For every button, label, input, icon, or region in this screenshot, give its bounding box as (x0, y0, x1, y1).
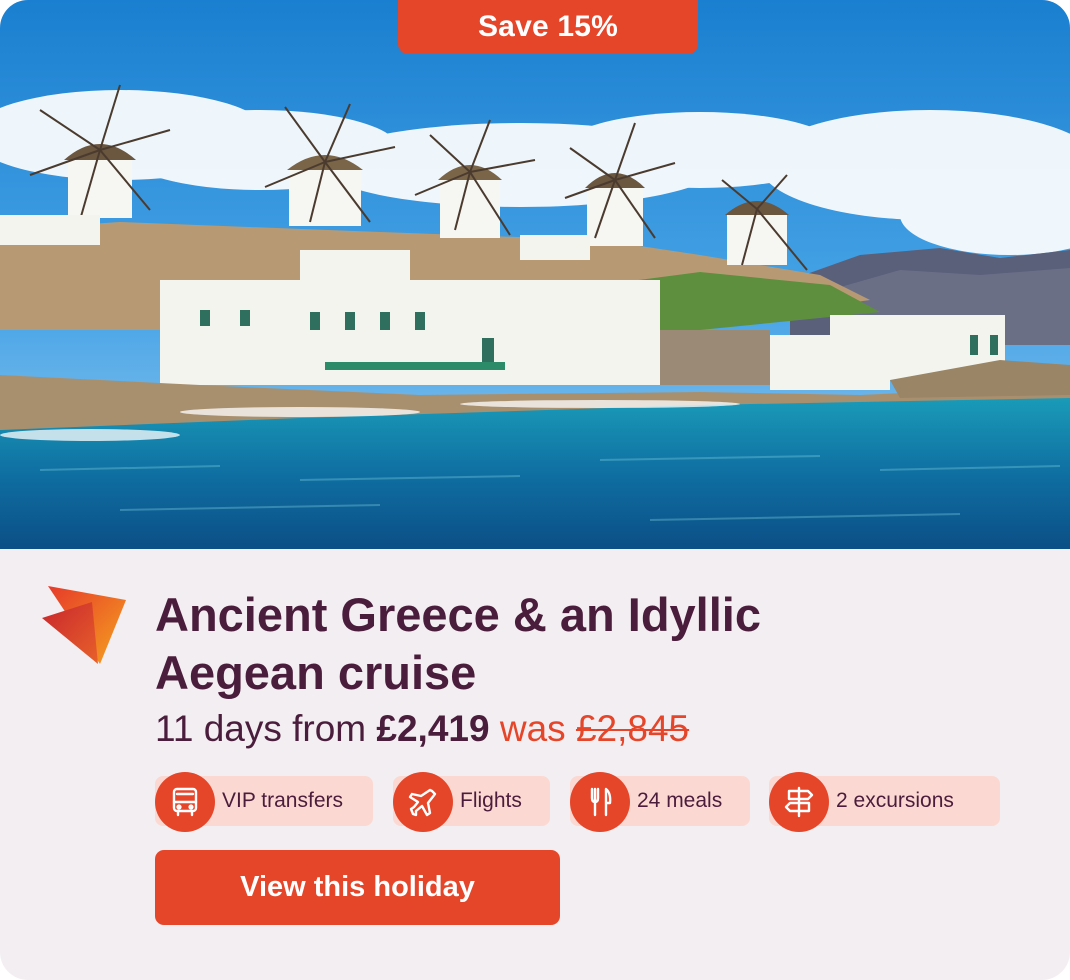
price-line: 11 days from £2,419 was £2,845 (155, 708, 689, 750)
fork-knife-icon (570, 772, 630, 832)
feature-item: 24 meals (570, 772, 750, 832)
duration-text: 11 days from (155, 708, 367, 749)
hero-image: Save 15% (0, 0, 1070, 549)
bus-icon (155, 772, 215, 832)
feature-label: 24 meals (637, 789, 723, 812)
holiday-title: Ancient Greece & an Idyllic Aegean cruis… (155, 588, 761, 699)
signpost-icon (769, 772, 829, 832)
feature-item: Flights (393, 772, 550, 832)
holiday-card[interactable]: Save 15% Ancient Greece & an Idyllic Aeg… (0, 0, 1070, 980)
feature-label: Flights (460, 789, 522, 812)
current-price: £2,419 (376, 708, 490, 749)
feature-item: 2 excursions (769, 772, 1000, 832)
view-holiday-button[interactable]: View this holiday (155, 850, 560, 925)
was-price: £2,845 (575, 708, 690, 749)
was-label: was (499, 708, 566, 749)
save-badge: Save 15% (398, 0, 698, 54)
brand-logo (42, 586, 126, 664)
feature-label: VIP transfers (222, 789, 343, 812)
airplane-icon (393, 772, 453, 832)
feature-label: 2 excursions (836, 789, 954, 812)
feature-item: VIP transfers (155, 772, 373, 832)
